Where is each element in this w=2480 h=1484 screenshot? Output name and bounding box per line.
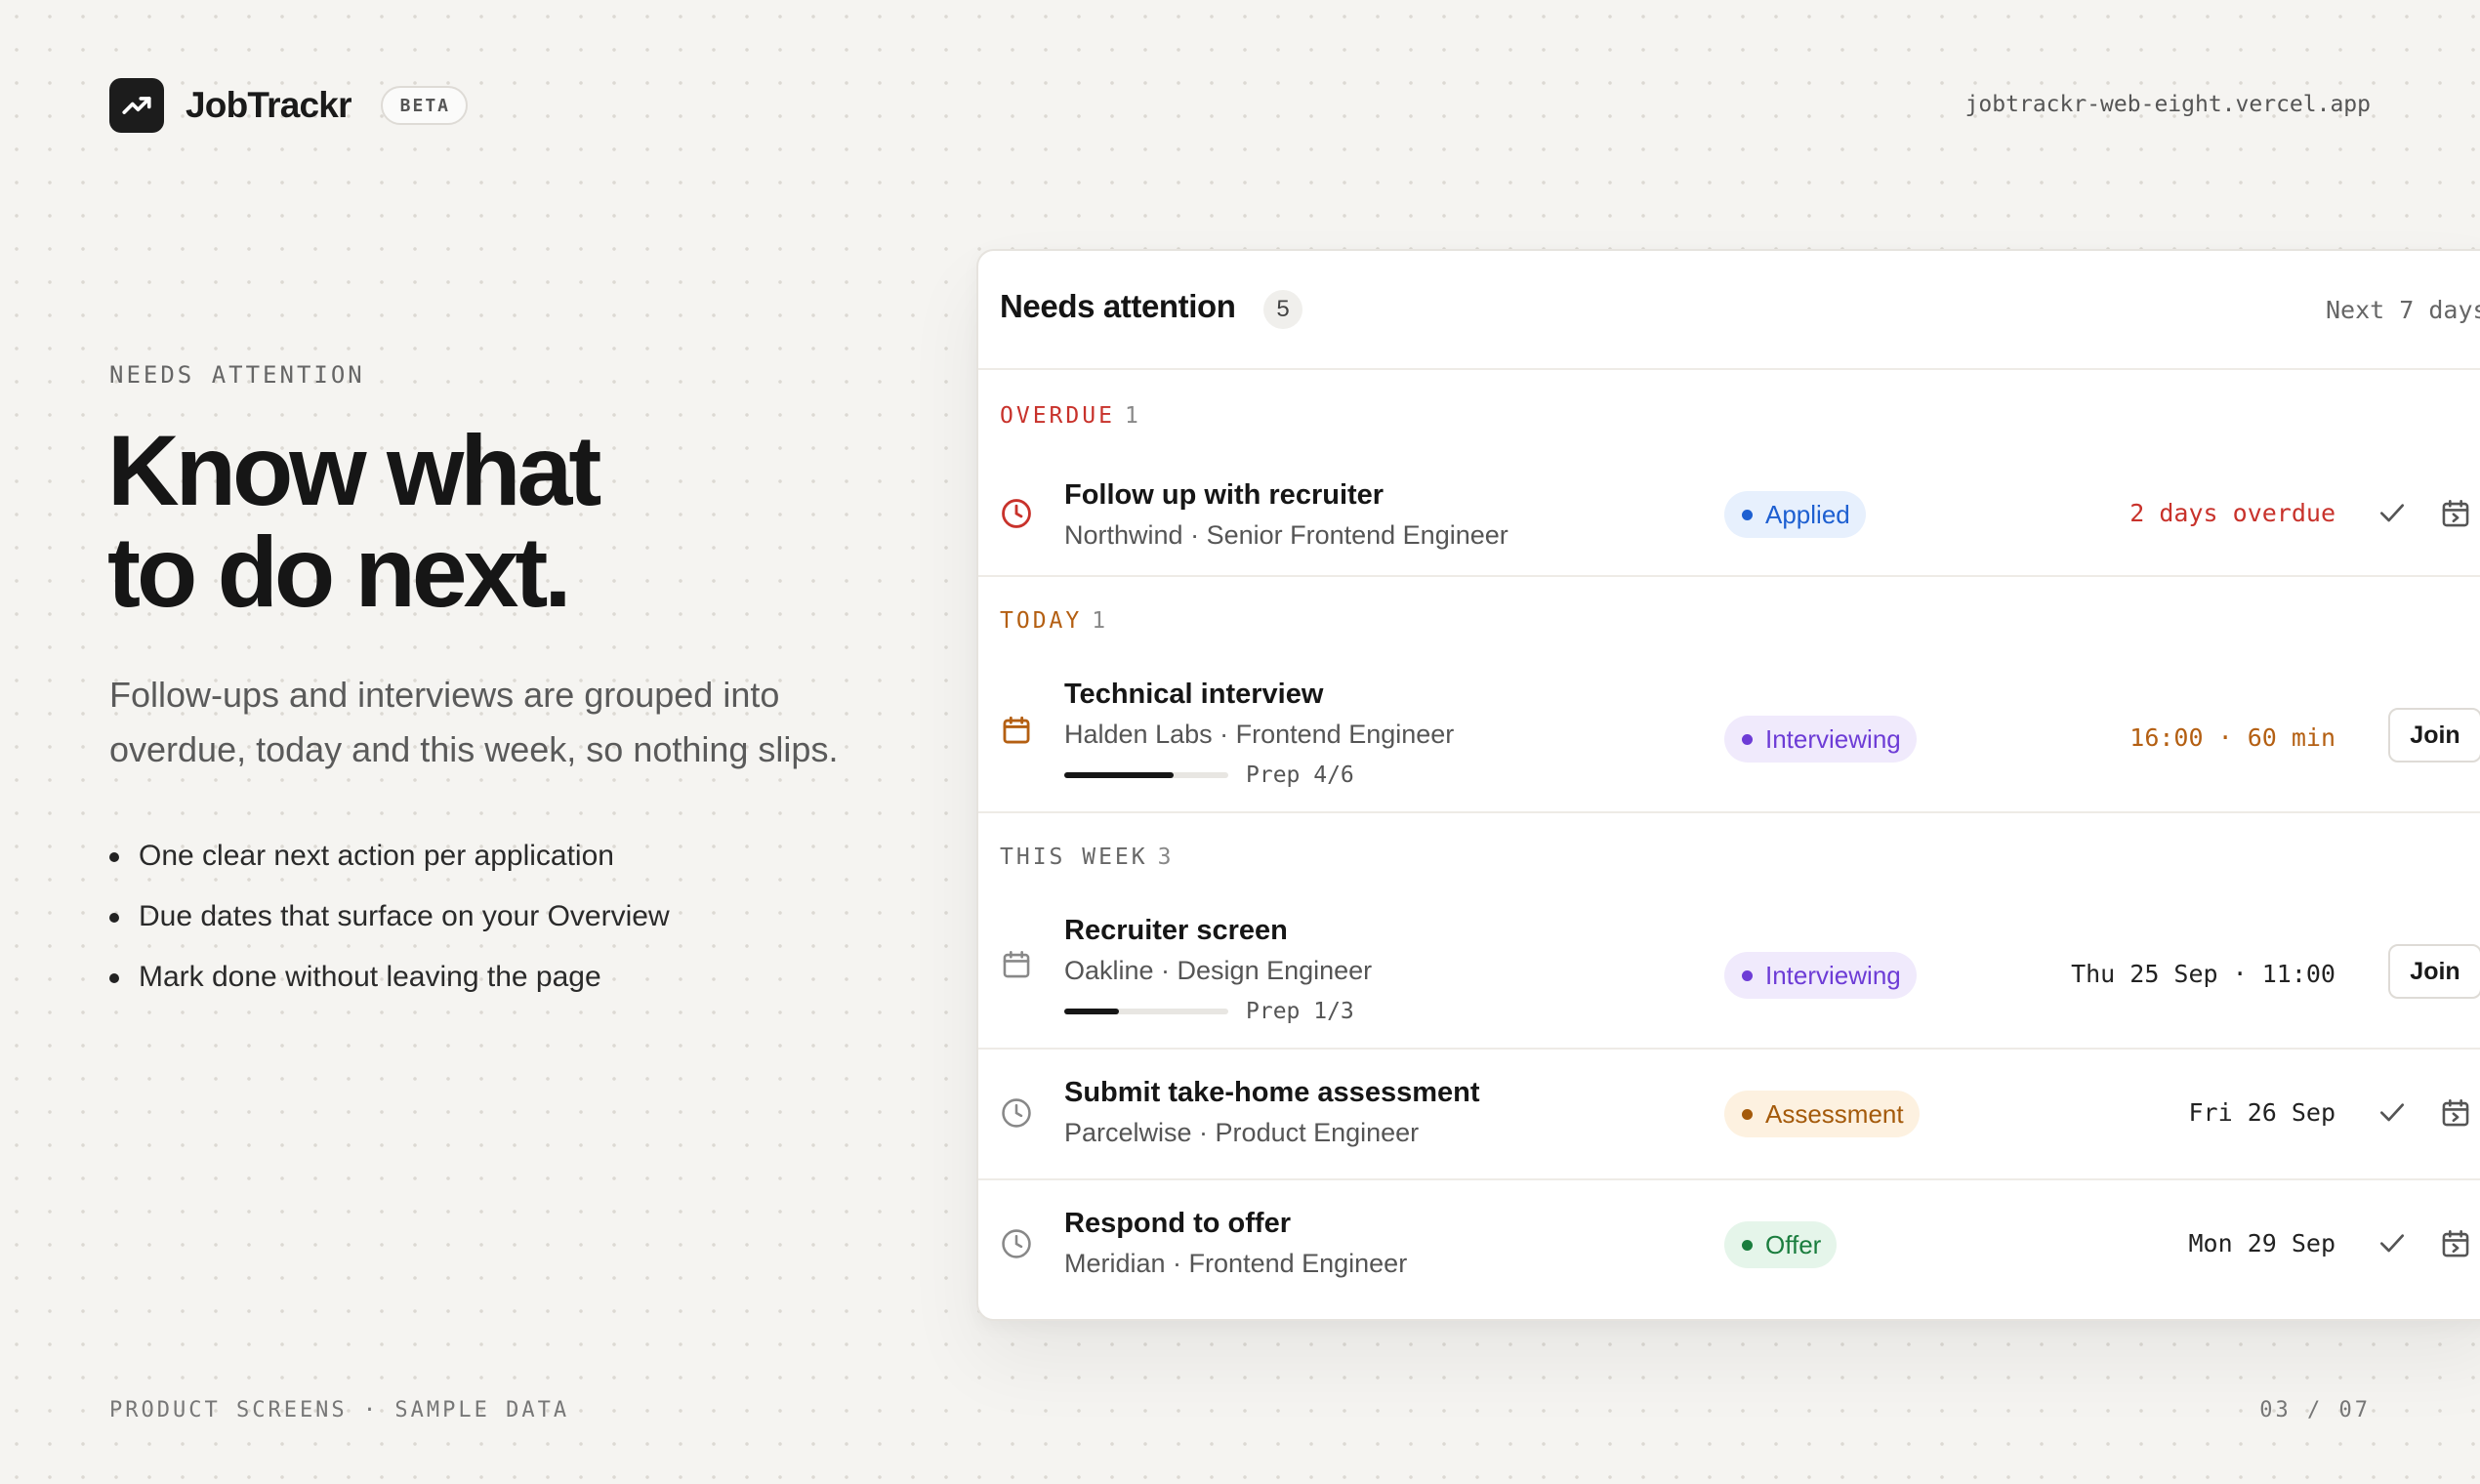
prep-progress-fill [1064,1009,1119,1014]
section-eyebrow: NEEDS ATTENTION [109,361,365,389]
status-badge: Interviewing [1724,716,1917,763]
status-badge: Interviewing [1724,952,1917,999]
role-name: Senior Frontend Engineer [1206,520,1509,550]
reschedule-calendar-icon[interactable] [2439,1096,2472,1130]
task-row[interactable]: Submit take-home assessment Parcelwise ·… [978,1048,2480,1180]
reschedule-calendar-icon[interactable] [2439,497,2472,530]
role-name: Design Engineer [1177,956,1373,985]
status-badge: Applied [1724,491,1866,538]
brand[interactable]: JobTrackr BETA [109,78,469,133]
task-row[interactable]: Follow up with recruiter Northwind · Sen… [978,454,2480,577]
clock-icon [1002,1229,1031,1258]
due-label: Fri 26 Sep [2188,1098,2335,1127]
calendar-icon [1003,950,1030,978]
company-name: Halden Labs [1064,720,1213,749]
lead-paragraph: Follow-ups and interviews are grouped in… [109,675,839,769]
brand-name: JobTrackr [186,85,351,125]
task-title: Respond to offer [1064,1208,1291,1239]
reschedule-calendar-icon[interactable] [2439,1227,2472,1260]
section-label: TODAY [1000,608,1083,634]
check-icon[interactable] [2377,1096,2408,1128]
task-subtitle: Halden Labs · Frontend Engineer [1064,720,1455,749]
calendar-icon [1003,716,1030,744]
site-url: jobtrackr-web-eight.vercel.app [1964,92,2371,117]
section-label: THIS WEEK [1000,845,1148,870]
section-overdue: OVERDUE 1 [1000,403,1138,429]
join-button[interactable]: Join [2388,708,2480,763]
section-count: 1 [1124,403,1138,429]
join-button[interactable]: Join [2388,944,2480,999]
check-icon[interactable] [2377,1227,2408,1258]
section-today: TODAY 1 [1000,608,1105,634]
headline-line-1: Know what [107,415,601,526]
range-filter[interactable]: Next 7 days [2326,296,2480,324]
task-title: Technical interview [1064,679,1324,710]
prep-progress-bar [1064,772,1228,778]
status-badge: Assessment [1724,1091,1920,1137]
section-count: 3 [1157,845,1172,870]
task-subtitle: Oakline · Design Engineer [1064,956,1373,985]
task-title: Submit take-home assessment [1064,1077,1480,1108]
company-name: Oakline [1064,956,1154,985]
page-total: 07 [2338,1398,2371,1422]
task-row[interactable]: Recruiter screen Oakline · Design Engine… [978,895,2480,1050]
card-title: Needs attention [1000,288,1236,324]
section-this-week: THIS WEEK 3 [1000,845,1171,870]
due-label: Mon 29 Sep [2188,1229,2335,1257]
page-current: 03 [2259,1398,2292,1422]
due-label: Thu 25 Sep · 11:00 [2071,960,2335,988]
count-badge: 5 [1263,290,1302,329]
page-separator: / [2307,1398,2324,1422]
card-header: Needs attention 5 Next 7 days [978,251,2480,370]
headline-line-2: to do next. [107,516,572,628]
due-label: 16:00 · 60 min [2129,723,2335,752]
role-name: Product Engineer [1215,1118,1420,1147]
due-label: 2 days overdue [2129,499,2335,527]
feature-item: Mark done without leaving the page [109,947,670,1008]
feature-item: Due dates that surface on your Overview [109,886,670,947]
task-title: Recruiter screen [1064,915,1288,946]
feature-list: One clear next action per application Du… [109,826,670,1008]
footer-caption: PRODUCT SCREENS · SAMPLE DATA [109,1398,570,1422]
task-row[interactable]: Respond to offer Meridian · Frontend Eng… [978,1178,2480,1309]
role-name: Frontend Engineer [1188,1249,1408,1278]
prep-progress-fill [1064,772,1174,778]
check-icon[interactable] [2377,497,2408,528]
section-label: OVERDUE [1000,403,1115,429]
clock-icon [1002,499,1031,528]
needs-attention-card: Needs attention 5 Next 7 days OVERDUE 1 F… [976,249,2480,1321]
headline: Know what to do next. [107,415,601,628]
clock-icon [1002,1098,1031,1128]
feature-item: One clear next action per application [109,826,670,886]
company-name: Meridian [1064,1249,1166,1278]
status-badge: Offer [1724,1221,1838,1268]
company-name: Parcelwise [1064,1118,1192,1147]
beta-badge: BETA [380,86,469,125]
trend-up-icon [109,78,164,133]
page-indicator: 03 / 07 [2259,1398,2371,1422]
company-name: Northwind [1064,520,1183,550]
task-subtitle: Northwind · Senior Frontend Engineer [1064,520,1509,550]
prep-label: Prep 1/3 [1246,999,1354,1024]
role-name: Frontend Engineer [1235,720,1455,749]
task-title: Follow up with recruiter [1064,479,1385,511]
prep-progress-bar [1064,1009,1228,1014]
section-count: 1 [1092,608,1106,634]
task-subtitle: Meridian · Frontend Engineer [1064,1249,1408,1278]
task-subtitle: Parcelwise · Product Engineer [1064,1118,1420,1147]
prep-label: Prep 4/6 [1246,763,1354,788]
task-row[interactable]: Technical interview Halden Labs · Fronte… [978,659,2480,813]
